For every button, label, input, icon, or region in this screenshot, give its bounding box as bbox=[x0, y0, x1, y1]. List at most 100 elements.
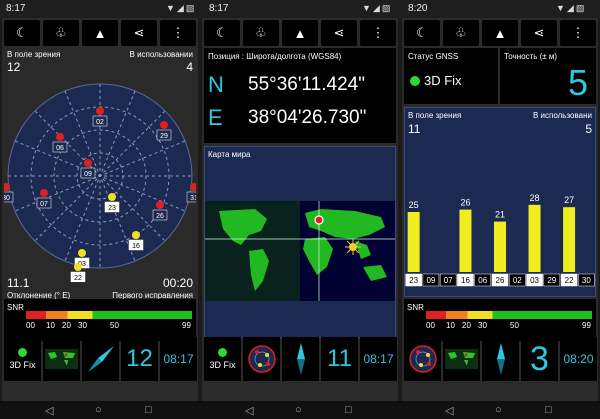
sky-radar-widget[interactable] bbox=[404, 337, 441, 381]
back-icon[interactable]: ◁ bbox=[245, 404, 253, 417]
satellite-id: 26 bbox=[496, 276, 505, 285]
snr-tick: 00 bbox=[26, 321, 35, 330]
in-use-value: 5 bbox=[585, 122, 592, 136]
status-time-2: 8:17 bbox=[209, 3, 229, 14]
home-icon[interactable]: ○ bbox=[95, 404, 102, 416]
longitude-value: 38°04'26.730" bbox=[248, 107, 367, 128]
satellites-count-widget[interactable]: 3 bbox=[521, 337, 558, 381]
deviation-value: 11.1 bbox=[7, 276, 30, 290]
system-nav-bar: ◁ ○ □ ◁ ○ □ ◁ ○ □ bbox=[0, 401, 600, 419]
moon-icon[interactable]: ☾ bbox=[4, 20, 40, 46]
satellite-id: 06 bbox=[478, 276, 487, 285]
clock-value: 08:17 bbox=[163, 352, 194, 366]
compass-widget[interactable] bbox=[482, 337, 519, 381]
snr-bars-card: В поле зрения В использовани 11 5 25 23 09… bbox=[404, 107, 596, 297]
satellite-marker bbox=[160, 121, 168, 129]
snr-tick: 10 bbox=[46, 321, 55, 330]
in-use-label: В использовании bbox=[129, 50, 193, 59]
navigate-icon[interactable]: ▲ bbox=[482, 20, 518, 46]
fix-indicator bbox=[410, 76, 420, 86]
more-icon[interactable]: ⋮ bbox=[560, 20, 596, 46]
recents-icon[interactable]: □ bbox=[545, 404, 552, 416]
fix-text: 3D Fix bbox=[9, 360, 36, 370]
status-bar: 8:17 ▼◢▧ 8:17 ▼◢▧ 8:20 ▼◢▧ bbox=[0, 0, 600, 18]
satellite-marker bbox=[156, 201, 164, 209]
navigate-icon[interactable]: ▲ bbox=[82, 20, 118, 46]
status-time-3: 8:20 bbox=[408, 3, 428, 14]
status-time-1: 8:17 bbox=[6, 3, 26, 14]
home-icon[interactable]: ○ bbox=[295, 404, 302, 416]
sky-radar-widget[interactable] bbox=[243, 337, 280, 381]
fix-widget[interactable]: 3D Fix bbox=[4, 337, 41, 381]
satellite-marker bbox=[84, 159, 92, 167]
tree-icon[interactable]: ♧ bbox=[443, 20, 479, 46]
compass-widget[interactable] bbox=[282, 337, 319, 381]
back-icon[interactable]: ◁ bbox=[45, 404, 53, 417]
snr-scale: SNR 00 10 20 30 50 99 bbox=[4, 299, 196, 341]
latitude-value: 55°36'11.424" bbox=[248, 74, 365, 95]
radar-thumb-icon bbox=[408, 345, 437, 373]
world-map-widget[interactable] bbox=[43, 337, 80, 381]
recents-icon[interactable]: □ bbox=[145, 404, 152, 416]
tree-icon[interactable]: ♧ bbox=[43, 20, 79, 46]
world-map-card: Карта мира bbox=[204, 146, 396, 338]
snr-bar bbox=[494, 221, 506, 272]
recents-icon[interactable]: □ bbox=[345, 404, 352, 416]
tree-icon[interactable]: ♧ bbox=[243, 20, 279, 46]
fix-text: 3D Fix bbox=[424, 73, 462, 88]
accuracy-card: Точность (± м) 5 bbox=[500, 48, 596, 104]
time-to-fix-value: 00:20 bbox=[162, 276, 193, 290]
snr-bar-value: 21 bbox=[495, 210, 505, 220]
world-map-thumb-icon bbox=[445, 349, 478, 369]
satellites-count: 3 bbox=[530, 339, 549, 378]
satellite-id: 29 bbox=[547, 276, 556, 285]
snr-bar-value: 27 bbox=[564, 195, 574, 205]
world-map-widget[interactable] bbox=[443, 337, 480, 381]
more-icon[interactable]: ⋮ bbox=[160, 20, 196, 46]
satellites-count-widget[interactable]: 11 bbox=[321, 337, 358, 381]
gnss-status-label: Статус GNSS bbox=[408, 52, 459, 61]
longitude-dir: E bbox=[208, 105, 223, 130]
share-icon[interactable]: ⋖ bbox=[121, 20, 157, 46]
satellite-id: 16 bbox=[461, 276, 470, 285]
clock-widget[interactable]: 08:20 bbox=[560, 337, 597, 381]
satellite-marker bbox=[132, 231, 140, 239]
snr-bar bbox=[407, 212, 420, 272]
snr-label: SNR bbox=[407, 303, 424, 312]
moon-icon[interactable]: ☾ bbox=[204, 20, 240, 46]
sky-card: В поле зрения В использовании 12 4 02 29 0… bbox=[4, 48, 196, 300]
toolbar: ☾ ♧ ▲ ⋖ ⋮ bbox=[204, 20, 396, 46]
satellite-id: 02 bbox=[513, 276, 522, 285]
accuracy-value: 5 bbox=[567, 62, 588, 103]
satellite-marker bbox=[78, 249, 86, 257]
satellite-marker bbox=[40, 189, 48, 197]
share-icon[interactable]: ⋖ bbox=[521, 20, 557, 46]
back-icon[interactable]: ◁ bbox=[445, 404, 453, 417]
clock-widget[interactable]: 08:17 bbox=[160, 337, 197, 381]
navigate-icon[interactable]: ▲ bbox=[282, 20, 318, 46]
compass-widget[interactable] bbox=[82, 337, 119, 381]
satellite-id: 31 bbox=[190, 195, 196, 202]
compass-icon bbox=[87, 346, 114, 372]
satellite-marker bbox=[74, 263, 82, 271]
position-label: Позиция : Широта/долгота (WGS84) bbox=[208, 52, 342, 61]
clock-value: 08:20 bbox=[563, 352, 594, 366]
satellite-id: 09 bbox=[426, 276, 435, 285]
snr-bar bbox=[563, 207, 576, 272]
toolbar: ☾ ♧ ▲ ⋖ ⋮ bbox=[404, 20, 596, 46]
snr-bar-chart: 25 23 09 07 26 16 06 21 26 02 28 03 29 27 22 30 bbox=[405, 193, 595, 287]
satellite-id: 03 bbox=[530, 276, 539, 285]
satellite-id: 23 bbox=[108, 205, 116, 212]
clock-widget[interactable]: 08:17 bbox=[360, 337, 397, 381]
share-icon[interactable]: ⋖ bbox=[321, 20, 357, 46]
satellites-count-widget[interactable]: 12 bbox=[121, 337, 158, 381]
position-card: Позиция : Широта/долгота (WGS84) N 55°36… bbox=[204, 48, 396, 143]
compass-icon bbox=[296, 343, 305, 375]
world-map[interactable] bbox=[205, 201, 395, 301]
satellite-marker bbox=[56, 133, 64, 141]
in-view-value: 11 bbox=[408, 122, 421, 136]
home-icon[interactable]: ○ bbox=[495, 404, 502, 416]
fix-widget[interactable]: 3D Fix bbox=[204, 337, 241, 381]
more-icon[interactable]: ⋮ bbox=[360, 20, 396, 46]
moon-icon[interactable]: ☾ bbox=[404, 20, 440, 46]
